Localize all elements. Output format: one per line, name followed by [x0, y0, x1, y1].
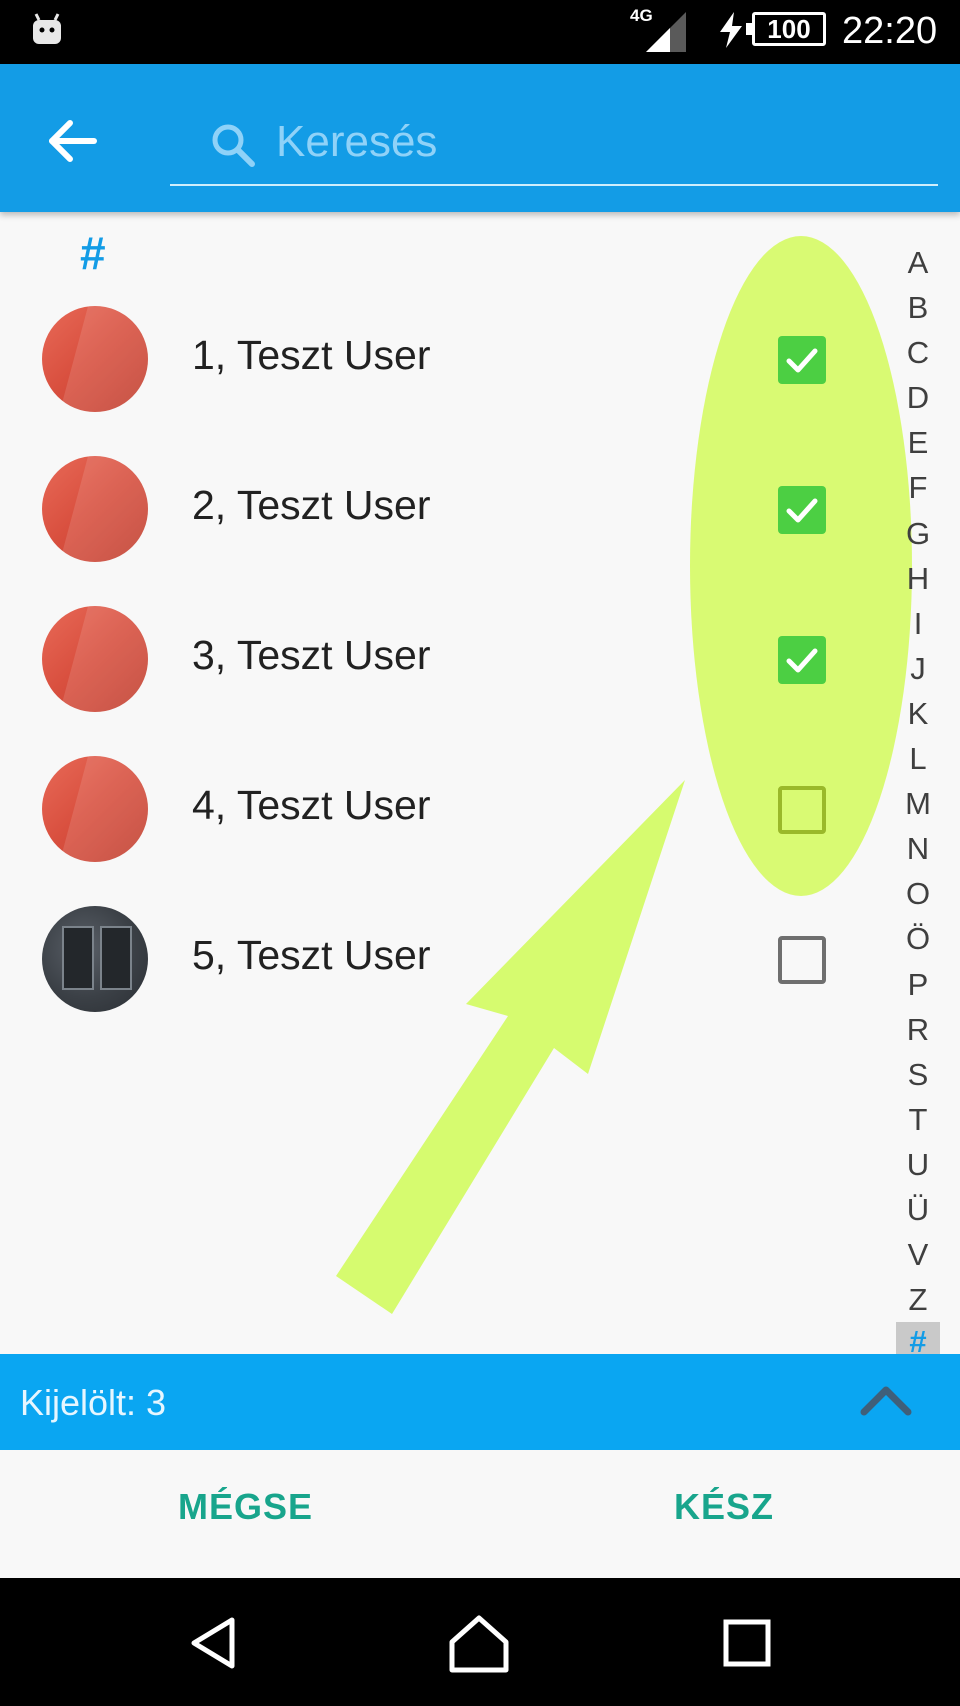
alphabet-index-letter[interactable]: S — [896, 1052, 940, 1097]
contact-checkbox[interactable] — [778, 636, 826, 684]
alphabet-index-letter[interactable]: F — [896, 465, 940, 510]
alphabet-index-letter[interactable]: U — [896, 1142, 940, 1187]
charging-bolt-icon — [720, 12, 742, 48]
contact-name: 1, Teszt User — [192, 332, 431, 378]
cancel-button[interactable]: MÉGSE — [178, 1486, 313, 1528]
alphabet-index-letter[interactable]: T — [896, 1097, 940, 1142]
contact-checkbox[interactable] — [778, 936, 826, 984]
nav-home-icon[interactable] — [444, 1608, 514, 1678]
alphabet-index-letter[interactable]: K — [896, 691, 940, 736]
android-notification-icon — [33, 13, 61, 44]
alphabet-index-letter[interactable]: Ü — [896, 1187, 940, 1232]
signal-strength-icon — [646, 12, 686, 52]
avatar-photo — [42, 906, 148, 1012]
system-navigation-bar — [0, 1578, 960, 1706]
alphabet-index-letter[interactable]: C — [896, 330, 940, 375]
search-input[interactable] — [276, 110, 916, 174]
alphabet-index-letter[interactable]: I — [896, 601, 940, 646]
alphabet-index-letter[interactable]: O — [896, 871, 940, 916]
search-icon — [212, 124, 255, 167]
selected-count-label: Kijelölt: 3 — [20, 1382, 167, 1423]
alphabet-index-letter[interactable]: A — [896, 240, 940, 285]
alphabet-index-letter[interactable]: R — [896, 1007, 940, 1052]
back-arrow-icon[interactable] — [38, 106, 108, 176]
search-field[interactable] — [170, 102, 938, 186]
alphabet-index-letter[interactable]: Ö — [896, 916, 940, 961]
done-button[interactable]: KÉSZ — [674, 1486, 774, 1528]
status-bar: 4G 100 22:20 — [0, 0, 960, 64]
alphabet-index-scroller[interactable]: A B C D E F G H I J K L M N O Ö P R S T U Ü V Z # — [896, 240, 940, 1357]
alphabet-index-letter[interactable]: V — [896, 1232, 940, 1277]
list-section-header: # — [80, 227, 106, 279]
contact-name: 2, Teszt User — [192, 482, 431, 528]
avatar — [42, 606, 148, 712]
alphabet-index-letter[interactable]: H — [896, 556, 940, 601]
avatar — [42, 756, 148, 862]
battery-indicator: 100 — [746, 12, 826, 46]
avatar — [42, 306, 148, 412]
arrow-annotation — [336, 780, 685, 1314]
alphabet-index-letter[interactable]: D — [896, 375, 940, 420]
alphabet-index-letter[interactable]: P — [896, 962, 940, 1007]
contact-checkbox[interactable] — [778, 486, 826, 534]
alphabet-index-letter[interactable]: L — [896, 736, 940, 781]
contact-row[interactable]: 2, Teszt User — [0, 434, 880, 584]
alphabet-index-letter[interactable]: M — [896, 781, 940, 826]
contact-name: 3, Teszt User — [192, 632, 431, 678]
status-clock: 22:20 — [842, 10, 938, 52]
alphabet-index-letter[interactable]: Z — [896, 1277, 940, 1322]
selection-bar: Kijelölt: 3 — [0, 1354, 960, 1450]
contact-checkbox[interactable] — [778, 336, 826, 384]
chevron-up-icon[interactable] — [858, 1374, 914, 1430]
checkmark-icon — [786, 498, 818, 523]
nav-recent-apps-icon[interactable] — [712, 1608, 782, 1678]
dialog-actions: MÉGSE KÉSZ — [0, 1450, 960, 1578]
alphabet-index-letter[interactable]: E — [896, 420, 940, 465]
contact-checkbox[interactable] — [778, 786, 826, 834]
contact-row[interactable]: 1, Teszt User — [0, 284, 880, 434]
alphabet-index-letter[interactable]: G — [896, 511, 940, 556]
alphabet-index-letter[interactable]: B — [896, 285, 940, 330]
checkmark-icon — [786, 348, 818, 373]
contact-row[interactable]: 3, Teszt User — [0, 584, 880, 734]
alphabet-index-letter[interactable]: J — [896, 646, 940, 691]
alphabet-index-letter[interactable]: # — [896, 1322, 940, 1357]
avatar — [42, 456, 148, 562]
alphabet-index-letter[interactable]: N — [896, 826, 940, 871]
app-bar — [0, 64, 960, 212]
nav-back-icon[interactable] — [180, 1608, 250, 1678]
checkmark-icon — [786, 648, 818, 673]
